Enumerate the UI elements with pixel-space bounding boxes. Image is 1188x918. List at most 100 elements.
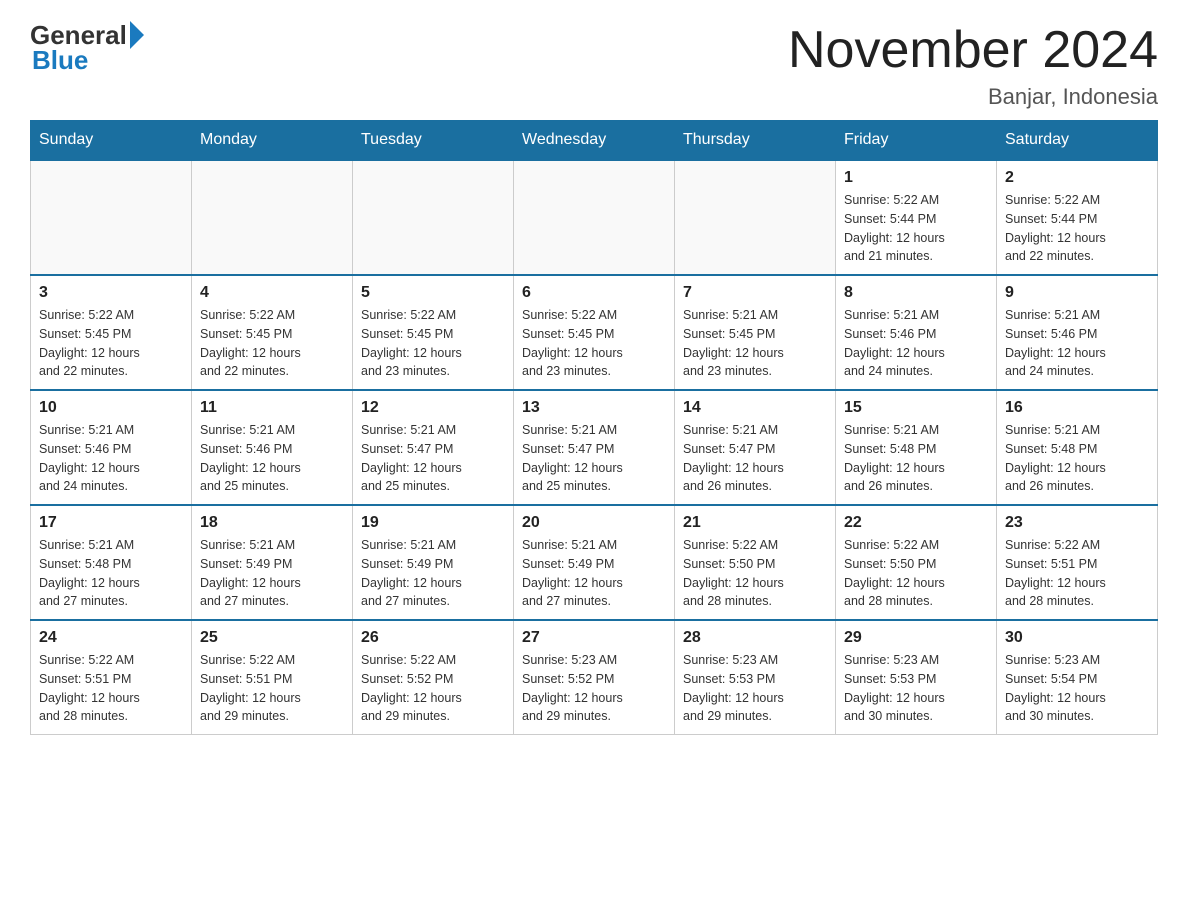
page-header: General Blue November 2024 Banjar, Indon… bbox=[30, 20, 1158, 110]
day-number: 1 bbox=[844, 169, 988, 187]
calendar-cell: 25Sunrise: 5:22 AMSunset: 5:51 PMDayligh… bbox=[192, 620, 353, 735]
calendar-cell: 11Sunrise: 5:21 AMSunset: 5:46 PMDayligh… bbox=[192, 390, 353, 505]
weekday-header-thursday: Thursday bbox=[675, 121, 836, 161]
day-info: Sunrise: 5:21 AMSunset: 5:47 PMDaylight:… bbox=[683, 421, 827, 496]
day-info: Sunrise: 5:22 AMSunset: 5:44 PMDaylight:… bbox=[844, 191, 988, 266]
day-info: Sunrise: 5:22 AMSunset: 5:45 PMDaylight:… bbox=[39, 306, 183, 381]
day-number: 29 bbox=[844, 629, 988, 647]
calendar-cell: 27Sunrise: 5:23 AMSunset: 5:52 PMDayligh… bbox=[514, 620, 675, 735]
calendar-week-row: 1 Sunrise: 5:22 AMSunset: 5:44 PMDaylight… bbox=[31, 160, 1158, 275]
day-info: Sunrise: 5:21 AMSunset: 5:46 PMDaylight:… bbox=[39, 421, 183, 496]
calendar-cell bbox=[675, 160, 836, 275]
calendar-cell: 28 Sunrise: 5:23 AMSunset: 5:53 PMDayligh… bbox=[675, 620, 836, 735]
day-info: Sunrise: 5:21 AMSunset: 5:45 PMDaylight:… bbox=[683, 306, 827, 381]
day-number: 12 bbox=[361, 399, 505, 417]
calendar-cell: 18Sunrise: 5:21 AMSunset: 5:49 PMDayligh… bbox=[192, 505, 353, 620]
day-info: Sunrise: 5:22 AMSunset: 5:51 PMDaylight:… bbox=[1005, 536, 1149, 611]
day-info: Sunrise: 5:21 AMSunset: 5:48 PMDaylight:… bbox=[1005, 421, 1149, 496]
month-title: November 2024 bbox=[788, 20, 1158, 80]
calendar-cell: 26 Sunrise: 5:22 AMSunset: 5:52 PMDayligh… bbox=[353, 620, 514, 735]
day-info: Sunrise: 5:22 AMSunset: 5:44 PMDaylight:… bbox=[1005, 191, 1149, 266]
day-info: Sunrise: 5:22 AMSunset: 5:45 PMDaylight:… bbox=[522, 306, 666, 381]
day-number: 19 bbox=[361, 514, 505, 532]
title-area: November 2024 Banjar, Indonesia bbox=[788, 20, 1158, 110]
day-info: Sunrise: 5:22 AMSunset: 5:51 PMDaylight:… bbox=[39, 651, 183, 726]
day-number: 6 bbox=[522, 284, 666, 302]
calendar-cell: 2 Sunrise: 5:22 AMSunset: 5:44 PMDaylight… bbox=[997, 160, 1158, 275]
calendar-cell: 13 Sunrise: 5:21 AMSunset: 5:47 PMDayligh… bbox=[514, 390, 675, 505]
day-number: 14 bbox=[683, 399, 827, 417]
day-info: Sunrise: 5:21 AMSunset: 5:49 PMDaylight:… bbox=[361, 536, 505, 611]
calendar-cell bbox=[192, 160, 353, 275]
day-info: Sunrise: 5:21 AMSunset: 5:48 PMDaylight:… bbox=[844, 421, 988, 496]
calendar-cell: 14 Sunrise: 5:21 AMSunset: 5:47 PMDayligh… bbox=[675, 390, 836, 505]
calendar-cell: 4Sunrise: 5:22 AMSunset: 5:45 PMDaylight… bbox=[192, 275, 353, 390]
day-info: Sunrise: 5:21 AMSunset: 5:47 PMDaylight:… bbox=[361, 421, 505, 496]
day-number: 20 bbox=[522, 514, 666, 532]
weekday-header-row: SundayMondayTuesdayWednesdayThursdayFrid… bbox=[31, 121, 1158, 161]
day-info: Sunrise: 5:23 AMSunset: 5:53 PMDaylight:… bbox=[683, 651, 827, 726]
day-info: Sunrise: 5:22 AMSunset: 5:51 PMDaylight:… bbox=[200, 651, 344, 726]
logo-arrow-icon bbox=[130, 21, 144, 49]
calendar-cell: 6 Sunrise: 5:22 AMSunset: 5:45 PMDaylight… bbox=[514, 275, 675, 390]
weekday-header-tuesday: Tuesday bbox=[353, 121, 514, 161]
day-info: Sunrise: 5:21 AMSunset: 5:47 PMDaylight:… bbox=[522, 421, 666, 496]
calendar-cell: 8Sunrise: 5:21 AMSunset: 5:46 PMDaylight… bbox=[836, 275, 997, 390]
calendar-cell: 20 Sunrise: 5:21 AMSunset: 5:49 PMDayligh… bbox=[514, 505, 675, 620]
day-info: Sunrise: 5:21 AMSunset: 5:48 PMDaylight:… bbox=[39, 536, 183, 611]
calendar-cell bbox=[353, 160, 514, 275]
day-number: 27 bbox=[522, 629, 666, 647]
calendar-cell: 19 Sunrise: 5:21 AMSunset: 5:49 PMDayligh… bbox=[353, 505, 514, 620]
day-number: 24 bbox=[39, 629, 183, 647]
day-number: 28 bbox=[683, 629, 827, 647]
calendar-cell: 30 Sunrise: 5:23 AMSunset: 5:54 PMDayligh… bbox=[997, 620, 1158, 735]
day-number: 17 bbox=[39, 514, 183, 532]
calendar-cell: 15Sunrise: 5:21 AMSunset: 5:48 PMDayligh… bbox=[836, 390, 997, 505]
calendar-week-row: 17 Sunrise: 5:21 AMSunset: 5:48 PMDayligh… bbox=[31, 505, 1158, 620]
day-info: Sunrise: 5:22 AMSunset: 5:52 PMDaylight:… bbox=[361, 651, 505, 726]
logo-blue-text: Blue bbox=[32, 45, 88, 76]
calendar-body: 1 Sunrise: 5:22 AMSunset: 5:44 PMDaylight… bbox=[31, 160, 1158, 735]
day-number: 13 bbox=[522, 399, 666, 417]
day-info: Sunrise: 5:22 AMSunset: 5:45 PMDaylight:… bbox=[361, 306, 505, 381]
day-number: 4 bbox=[200, 284, 344, 302]
day-info: Sunrise: 5:21 AMSunset: 5:49 PMDaylight:… bbox=[200, 536, 344, 611]
calendar-cell bbox=[514, 160, 675, 275]
day-number: 10 bbox=[39, 399, 183, 417]
day-number: 5 bbox=[361, 284, 505, 302]
calendar-cell: 29Sunrise: 5:23 AMSunset: 5:53 PMDayligh… bbox=[836, 620, 997, 735]
day-number: 8 bbox=[844, 284, 988, 302]
location-label: Banjar, Indonesia bbox=[788, 84, 1158, 110]
day-number: 21 bbox=[683, 514, 827, 532]
day-info: Sunrise: 5:22 AMSunset: 5:50 PMDaylight:… bbox=[844, 536, 988, 611]
calendar-cell: 1 Sunrise: 5:22 AMSunset: 5:44 PMDaylight… bbox=[836, 160, 997, 275]
day-number: 16 bbox=[1005, 399, 1149, 417]
day-number: 2 bbox=[1005, 169, 1149, 187]
day-info: Sunrise: 5:21 AMSunset: 5:46 PMDaylight:… bbox=[200, 421, 344, 496]
calendar-cell: 22 Sunrise: 5:22 AMSunset: 5:50 PMDayligh… bbox=[836, 505, 997, 620]
day-number: 30 bbox=[1005, 629, 1149, 647]
day-info: Sunrise: 5:22 AMSunset: 5:50 PMDaylight:… bbox=[683, 536, 827, 611]
day-number: 22 bbox=[844, 514, 988, 532]
calendar-cell: 21 Sunrise: 5:22 AMSunset: 5:50 PMDayligh… bbox=[675, 505, 836, 620]
weekday-header-friday: Friday bbox=[836, 121, 997, 161]
day-number: 9 bbox=[1005, 284, 1149, 302]
calendar-cell: 12 Sunrise: 5:21 AMSunset: 5:47 PMDayligh… bbox=[353, 390, 514, 505]
calendar-cell: 23 Sunrise: 5:22 AMSunset: 5:51 PMDayligh… bbox=[997, 505, 1158, 620]
day-info: Sunrise: 5:21 AMSunset: 5:49 PMDaylight:… bbox=[522, 536, 666, 611]
logo: General Blue bbox=[30, 20, 144, 76]
day-number: 26 bbox=[361, 629, 505, 647]
calendar-cell: 24 Sunrise: 5:22 AMSunset: 5:51 PMDayligh… bbox=[31, 620, 192, 735]
weekday-header-wednesday: Wednesday bbox=[514, 121, 675, 161]
calendar-cell: 10 Sunrise: 5:21 AMSunset: 5:46 PMDayligh… bbox=[31, 390, 192, 505]
day-number: 3 bbox=[39, 284, 183, 302]
calendar-cell: 5 Sunrise: 5:22 AMSunset: 5:45 PMDaylight… bbox=[353, 275, 514, 390]
calendar-cell: 16 Sunrise: 5:21 AMSunset: 5:48 PMDayligh… bbox=[997, 390, 1158, 505]
calendar-cell: 9 Sunrise: 5:21 AMSunset: 5:46 PMDaylight… bbox=[997, 275, 1158, 390]
day-number: 7 bbox=[683, 284, 827, 302]
day-number: 23 bbox=[1005, 514, 1149, 532]
day-info: Sunrise: 5:23 AMSunset: 5:54 PMDaylight:… bbox=[1005, 651, 1149, 726]
weekday-header-sunday: Sunday bbox=[31, 121, 192, 161]
day-info: Sunrise: 5:21 AMSunset: 5:46 PMDaylight:… bbox=[1005, 306, 1149, 381]
weekday-header-saturday: Saturday bbox=[997, 121, 1158, 161]
